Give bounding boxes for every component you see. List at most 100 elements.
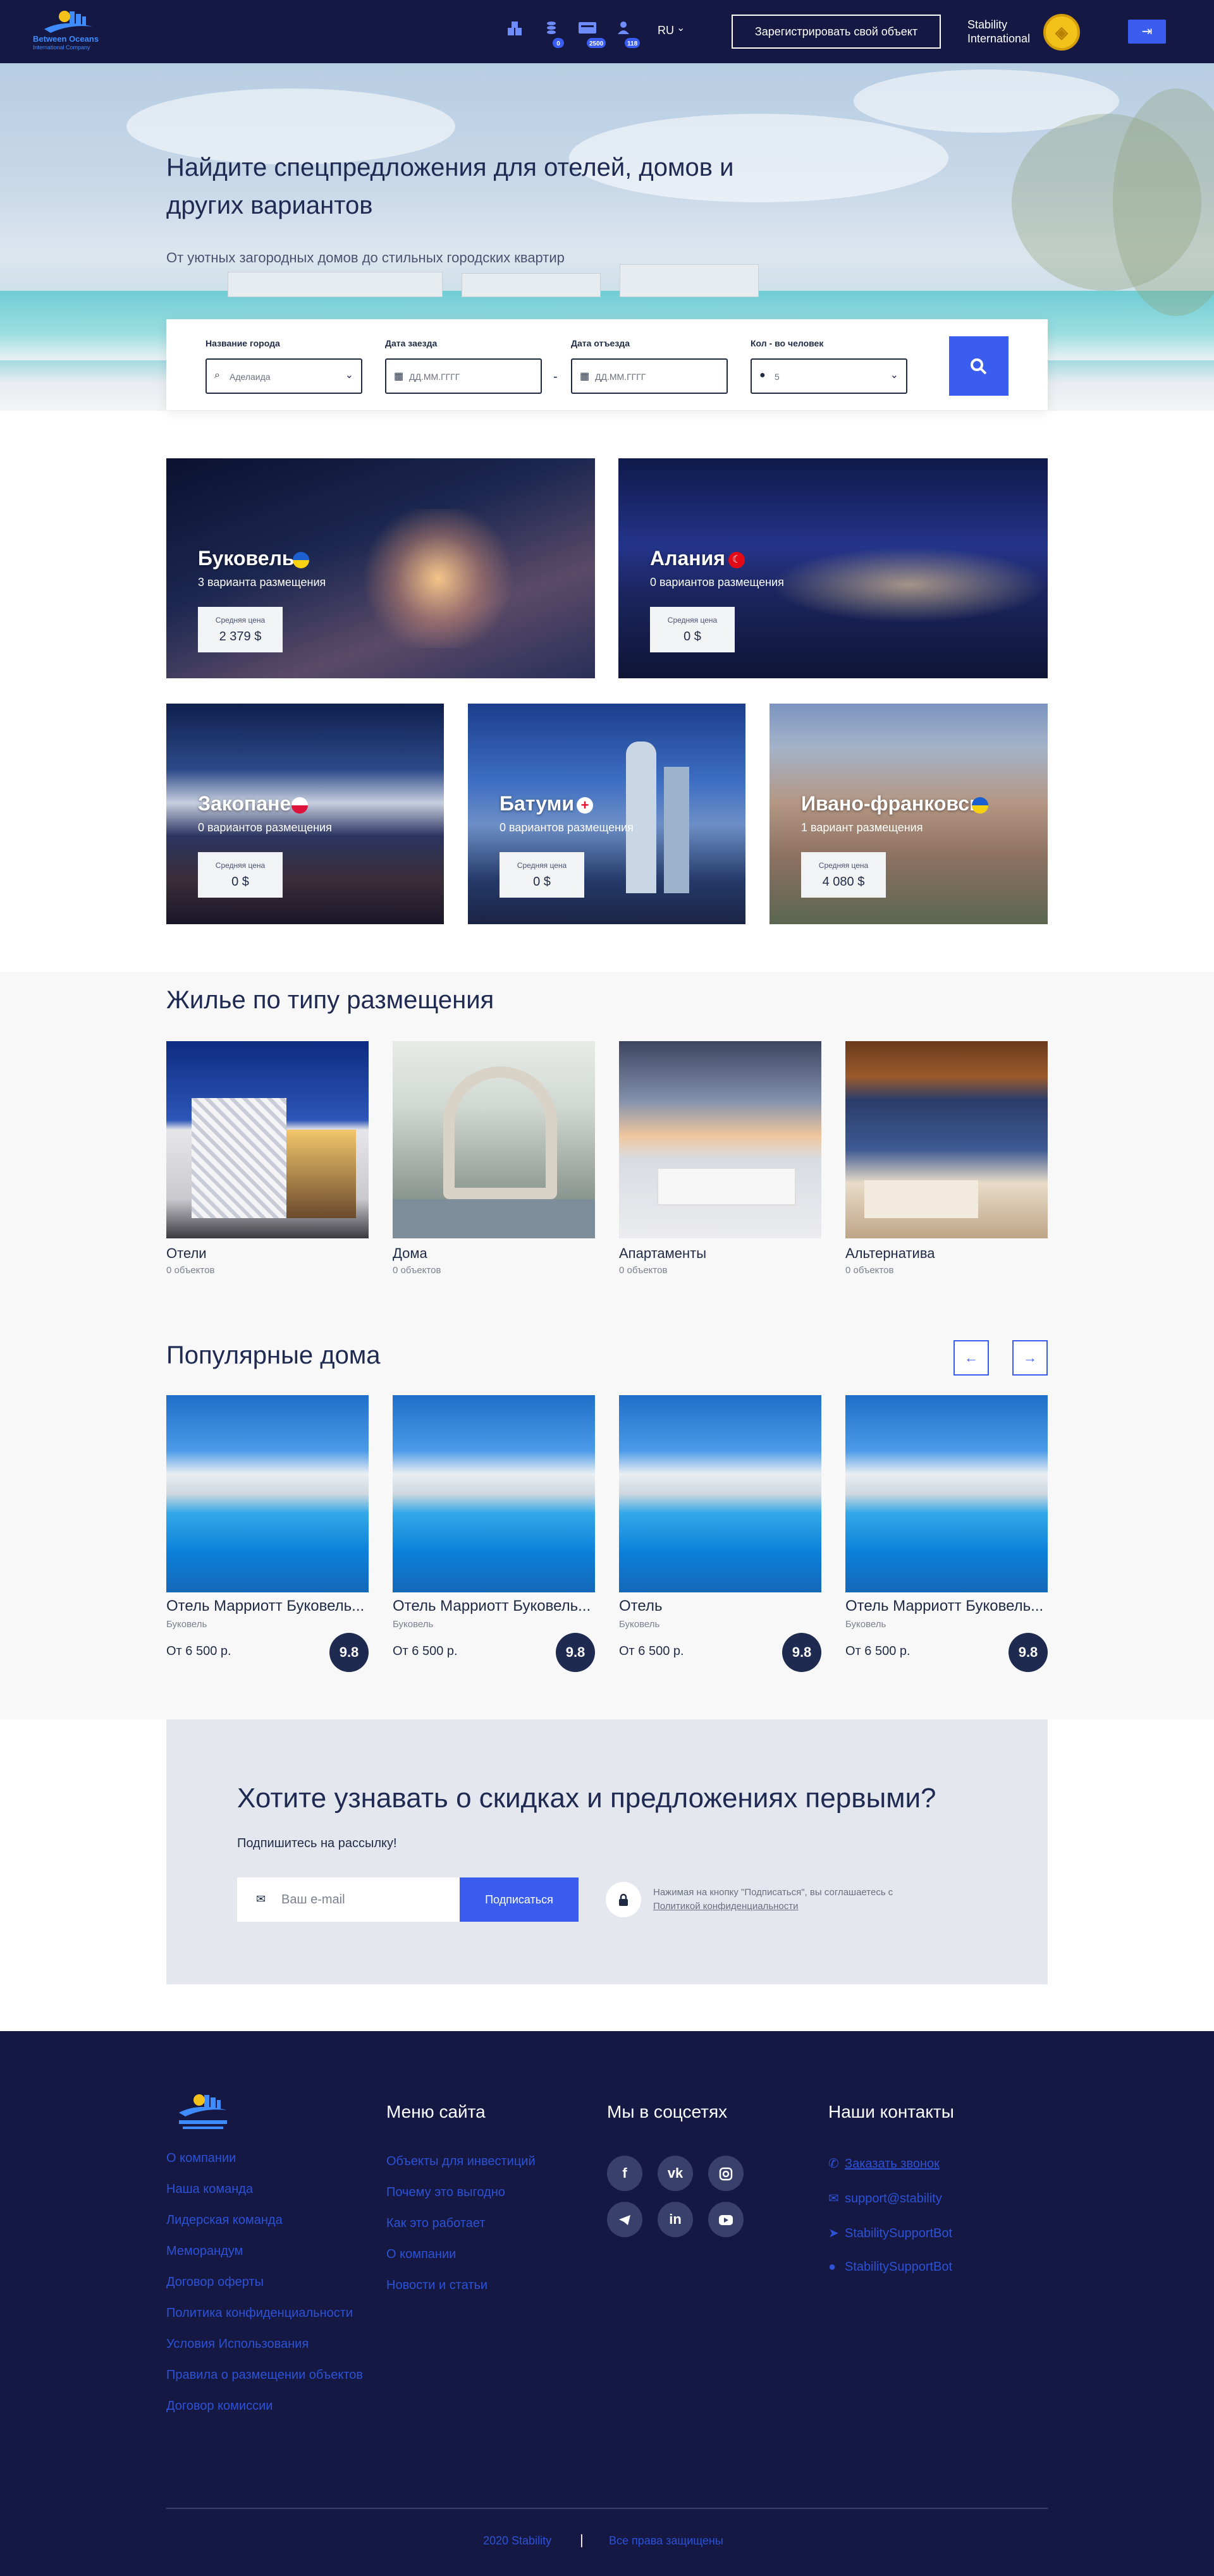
property-rating-badge: 9.8 [782,1633,821,1672]
price-value: 0 $ [684,630,701,644]
footer-link[interactable]: Политика конфиденциальности [166,2306,353,2321]
coins-badge: 0 [551,37,565,49]
footer-link[interactable]: О компании [166,2151,236,2166]
stability-brand[interactable]: Stability International [967,18,1030,46]
footer-link[interactable]: Договор комиссии [166,2399,273,2414]
footer-link[interactable]: Условия Использования [166,2337,309,2352]
destination-name: Алания [650,547,725,570]
footer-menu-link[interactable]: Новости и статьи [386,2278,487,2293]
destination-card[interactable]: Буковель 3 варианта размещения Средняя ц… [166,458,595,678]
chevron-down-icon: ⌄ [345,370,353,381]
stability-coin-icon[interactable]: ◈ [1043,14,1080,51]
vk-icon[interactable]: vk [658,2156,693,2191]
city-select[interactable]: ⌕ Аделаида ⌄ [205,358,362,394]
privacy-policy-link[interactable]: Политикой конфиденциальности [653,1901,799,1912]
property-image[interactable] [619,1395,821,1592]
type-image-hotels[interactable] [166,1041,369,1238]
checkin-date-field[interactable]: ▦ ДД.ММ.ГГГГ [385,358,542,394]
chevron-down-icon[interactable]: ⌄ [677,21,685,34]
property-city: Буковель [166,1619,207,1630]
pool [393,1199,595,1238]
footer-link[interactable]: Правила о размещении объектов [166,2368,363,2383]
footer-menu-link[interactable]: Почему это выгодно [386,2185,505,2200]
contact-item[interactable]: ✉ support@stability [828,2190,942,2206]
tower [664,767,689,893]
footer-link[interactable]: Меморандум [166,2244,243,2259]
user-icon: ● [759,370,766,381]
property-image[interactable] [845,1395,1048,1592]
type-image-alternative[interactable] [845,1041,1048,1238]
type-name[interactable]: Отели [166,1245,207,1262]
coins-icon[interactable] [544,20,559,38]
email-field[interactable]: ✉ Ваш e-mail [237,1877,460,1922]
type-name[interactable]: Альтернатива [845,1245,935,1262]
wallet-icon[interactable] [577,20,598,38]
price-value: 0 $ [533,875,551,889]
carousel-prev-button[interactable]: ← [953,1340,989,1376]
carousel-next-button[interactable]: → [1012,1340,1048,1376]
contact-item[interactable]: ✆ Заказать звонок [828,2156,940,2171]
telegram-icon[interactable] [607,2202,642,2237]
destination-count: 1 вариант размещения [801,821,923,834]
instagram-icon[interactable] [708,2156,744,2191]
contact-item[interactable]: ➤ StabilitySupportBot [828,2225,952,2241]
telegram-bot[interactable]: StabilitySupportBot [845,2226,952,2240]
footer-logo[interactable] [166,2091,242,2139]
footer-social-title: Мы в соцсетях [607,2102,728,2121]
buildings-icon[interactable] [506,20,525,38]
property-city: Буковель [845,1619,886,1630]
footer-link[interactable]: Договор оферты [166,2275,264,2290]
support-email[interactable]: support@stability [845,2192,942,2206]
newsletter-section: Хотите узнавать о скидках и предложениях… [166,1719,1048,1984]
type-image-apartments[interactable] [619,1041,821,1238]
linkedin-icon[interactable]: in [658,2202,693,2237]
type-image-houses[interactable] [393,1041,595,1238]
checkin-label: Дата заезда [385,338,438,348]
chat-bot[interactable]: StabilitySupportBot [845,2260,952,2274]
property-city: Буковель [619,1619,660,1630]
tower [626,742,656,893]
login-button[interactable]: ⇥ [1128,20,1166,44]
ukraine-flag-icon [972,797,988,814]
property-price: От 6 500 р. [845,1644,910,1658]
people-icon[interactable] [615,20,632,38]
youtube-icon[interactable] [708,2202,744,2237]
footer-menu-link[interactable]: Объекты для инвестиций [386,2154,536,2169]
property-image[interactable] [393,1395,595,1592]
register-property-button[interactable]: Зарегистрировать свой объект [732,15,941,49]
hotel-lit-wing [286,1130,356,1218]
checkout-date-field[interactable]: ▦ ДД.ММ.ГГГГ [571,358,728,394]
language-selector[interactable]: RU [658,24,674,37]
destination-card[interactable]: Алания ☾ 0 вариантов размещения Средняя … [618,458,1048,678]
facebook-icon[interactable]: f [607,2156,642,2191]
login-icon: ⇥ [1141,25,1153,39]
property-name[interactable]: Отель Марриотт Буковель... [845,1597,1048,1615]
footer-menu-link[interactable]: Как это работает [386,2216,486,2231]
destination-card[interactable]: Закопане 0 вариантов размещения Средняя … [166,704,444,924]
footer-menu-link[interactable]: О компании [386,2247,456,2262]
property-image[interactable] [166,1395,369,1592]
telegram-icon: ➤ [828,2226,839,2240]
checkout-label: Дата отъезда [571,338,630,348]
type-name[interactable]: Дома [393,1245,427,1262]
subscribe-button[interactable]: Подписаться [460,1877,579,1922]
destination-count: 0 вариантов размещения [500,821,634,834]
footer-link[interactable]: Наша команда [166,2182,253,2197]
type-name[interactable]: Апартаменты [619,1245,706,1262]
order-call-link[interactable]: Заказать звонок [845,2157,940,2171]
property-name[interactable]: Отель Марриотт Буковель... [166,1597,369,1615]
destination-card[interactable]: Ивано-франковск 1 вариант размещения Сре… [769,704,1048,924]
search-icon [971,358,987,375]
ukraine-flag-icon [293,552,309,568]
destination-card[interactable]: Батуми + 0 вариантов размещения Средняя … [468,704,745,924]
checkin-placeholder: ДД.ММ.ГГГГ [409,372,460,382]
property-name[interactable]: Отель Марриотт Буковель... [393,1597,595,1615]
type-count: 0 объектов [619,1265,668,1276]
guests-select[interactable]: ● 5 ⌄ [751,358,907,394]
city-lights [770,547,1048,623]
contact-item[interactable]: ● StabilitySupportBot [828,2260,952,2274]
property-name[interactable]: Отель [619,1597,821,1615]
types-section-title: Жилье по типу размещения [166,986,494,1014]
search-button[interactable] [949,336,1009,396]
footer-link[interactable]: Лидерская команда [166,2213,283,2228]
